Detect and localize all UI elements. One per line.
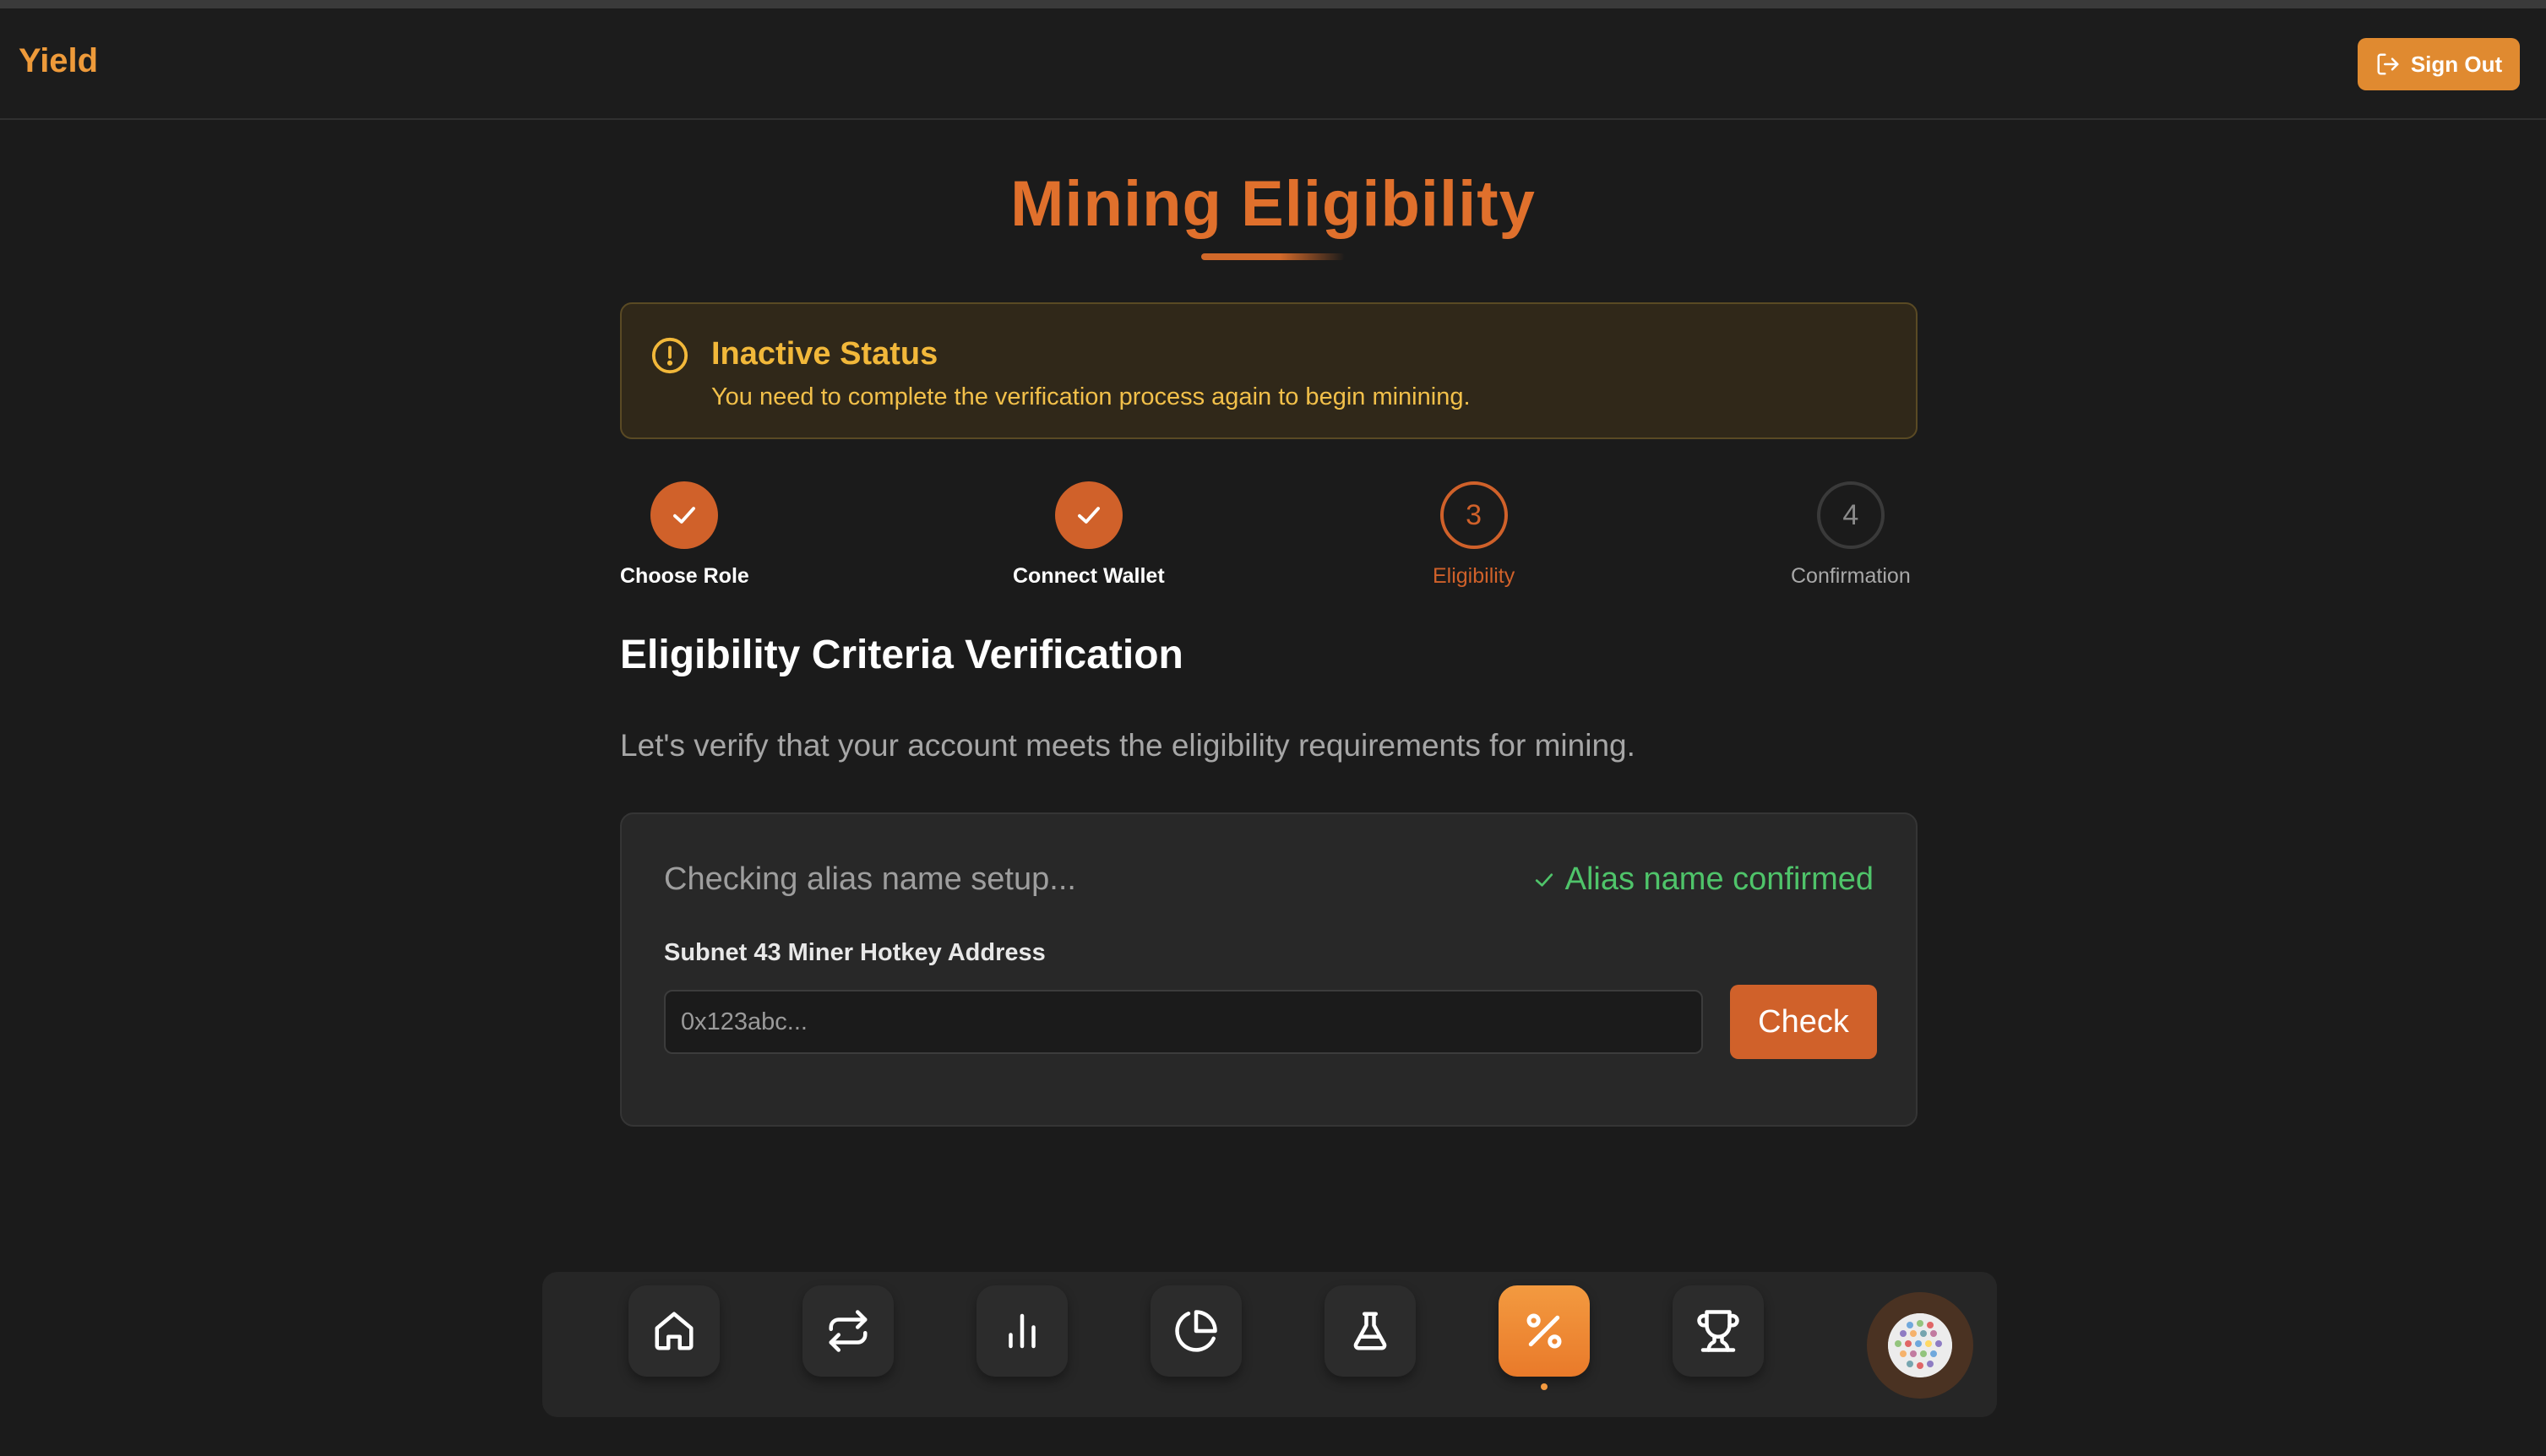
check-button[interactable]: Check [1730,985,1877,1059]
sign-out-icon [2377,53,2399,75]
page-title: Mining Eligibility [1010,168,1536,240]
active-indicator-dot [1541,1383,1548,1390]
step-label: Confirmation [1791,564,1911,588]
alert-circle-icon [651,337,688,374]
inactive-status-alert: Inactive Status You need to complete the… [620,302,1918,439]
nav-stats-button[interactable] [977,1285,1068,1377]
step-confirmation: 4 Confirmation [1791,481,1911,589]
brand-logo[interactable]: Yield [19,42,98,80]
step-number: 3 [1466,498,1482,531]
nav-leaderboard-button[interactable] [1673,1285,1764,1377]
nav-mining-button[interactable] [1499,1285,1590,1390]
step-3-indicator: 3 [1439,481,1508,549]
step-choose-role: Choose Role [620,481,749,589]
checking-status-text: Checking alias name setup... [664,861,1076,897]
user-avatar[interactable] [1867,1292,1973,1399]
hotkey-address-input[interactable] [664,990,1703,1054]
nav-portfolio-button[interactable] [1151,1285,1242,1377]
step-label: Connect Wallet [1013,564,1165,588]
swap-icon [829,1310,868,1352]
avatar-pattern-icon [1888,1313,1952,1377]
nav-home-button[interactable] [628,1285,720,1377]
step-label: Choose Role [620,564,749,588]
window-top-border [0,0,2546,8]
step-label: Eligibility [1433,564,1515,588]
step-eligibility: 3 Eligibility [1433,481,1515,589]
alert-message: You need to complete the verification pr… [711,383,1471,410]
alias-confirmed-text: Alias name confirmed [1564,861,1874,897]
nav-swap-button[interactable] [802,1285,894,1377]
section-description: Let's verify that your account meets the… [620,728,1635,763]
top-header: Yield Sign Out [0,8,2546,120]
check-icon [673,507,696,524]
check-icon [1535,872,1553,887]
step-2-indicator [1054,481,1123,549]
flask-icon [1353,1312,1387,1350]
sign-out-label: Sign Out [2410,51,2503,77]
step-connect-wallet: Connect Wallet [1013,481,1165,589]
trophy-icon [1697,1310,1739,1352]
title-underline [1201,253,1345,260]
home-icon [655,1312,694,1350]
bar-chart-icon [1009,1313,1036,1349]
verification-card: Checking alias name setup... Alias name … [620,812,1918,1127]
step-4-indicator: 4 [1816,481,1885,549]
pie-chart-icon [1175,1310,1217,1352]
section-title: Eligibility Criteria Verification [620,633,1183,677]
bottom-navigation-dock [542,1272,1997,1417]
sign-out-button[interactable]: Sign Out [2358,38,2520,90]
step-number: 4 [1842,498,1859,531]
hotkey-address-label: Subnet 43 Miner Hotkey Address [664,939,1046,966]
check-icon [1077,507,1100,524]
nav-lab-button[interactable] [1325,1285,1416,1377]
percent-icon [1526,1313,1562,1349]
alert-title: Inactive Status [711,336,938,372]
alias-confirmed-status: Alias name confirmed [1531,861,1874,898]
step-1-indicator [650,481,719,549]
